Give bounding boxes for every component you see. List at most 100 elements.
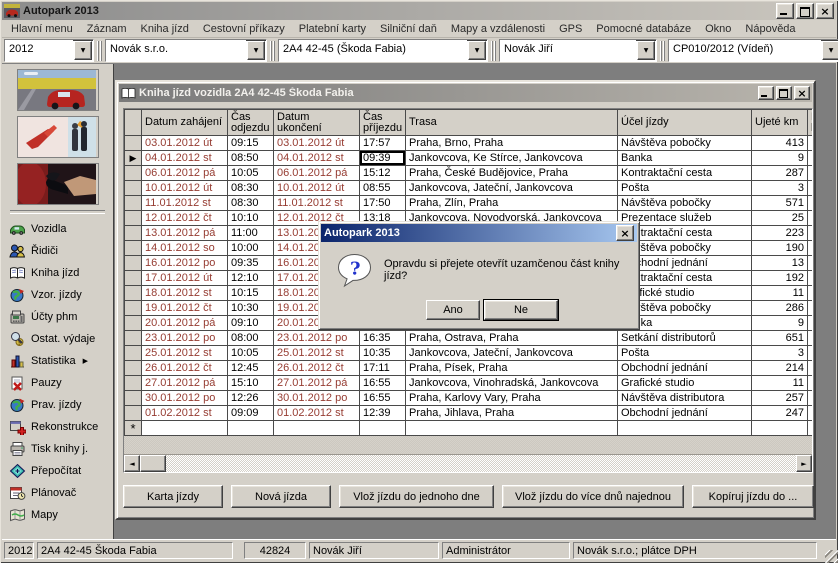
cell[interactable]: 287	[752, 166, 808, 181]
cell[interactable]: 571	[752, 196, 808, 211]
cell[interactable]	[808, 421, 813, 436]
child-maximize-icon[interactable]	[776, 86, 792, 100]
dialog-yes-button[interactable]: Ano	[426, 300, 480, 320]
cell[interactable]: 26.01.2012 čt	[274, 361, 360, 376]
menu-item-kniha-jizd[interactable]: Kniha jízd	[134, 21, 196, 37]
vehicle-select[interactable]: 2A4 42-45 (Škoda Fabia)▼	[278, 39, 488, 62]
scroll-right-icon[interactable]: ►	[796, 455, 812, 472]
cell[interactable]: 11	[752, 286, 808, 301]
menu-item-mapy-a-vzdalenosti[interactable]: Mapy a vzdálenosti	[444, 21, 552, 37]
cell[interactable]: 04.01.2012 st	[142, 151, 228, 166]
sidebar-item-kniha-jizd[interactable]: Kniha jízd	[2, 262, 113, 284]
cell[interactable]: 11.01.2012 st	[274, 196, 360, 211]
column-header-cas-odjezdu[interactable]: Čas odjezdu	[228, 110, 274, 136]
chevron-down-icon[interactable]: ▼	[822, 41, 838, 60]
cell[interactable]	[228, 421, 274, 436]
column-header-datum-zahajeni[interactable]: Datum zahájení	[142, 110, 228, 136]
cell[interactable]: 9	[752, 151, 808, 166]
cell[interactable]: Návštěva distributora	[618, 391, 752, 406]
child-minimize-icon[interactable]	[758, 86, 774, 100]
cell[interactable]: 23.01.2012 po	[274, 331, 360, 346]
resize-grip[interactable]	[825, 550, 838, 563]
cell[interactable]: 10.01.2012 út	[142, 181, 228, 196]
cell[interactable]: 10:30	[228, 301, 274, 316]
cell[interactable]: 25.01.2012 st	[274, 346, 360, 361]
cell[interactable]: 214	[752, 361, 808, 376]
column-header-ucel-jizdy[interactable]: Účel jízdy	[618, 110, 752, 136]
cell[interactable]: 15:12	[360, 166, 406, 181]
cell[interactable]: 12:26	[228, 391, 274, 406]
cell[interactable]	[808, 346, 813, 361]
cell[interactable]: 190	[752, 241, 808, 256]
cell[interactable]: Praha, Karlovy Vary, Praha	[406, 391, 618, 406]
cell[interactable]	[808, 226, 813, 241]
cell[interactable]: Praha, Písek, Praha	[406, 361, 618, 376]
cell[interactable]	[808, 406, 813, 421]
cell[interactable]: 257	[752, 391, 808, 406]
cell[interactable]: 413	[752, 136, 808, 151]
cell[interactable]	[752, 421, 808, 436]
cell[interactable]: 192	[752, 271, 808, 286]
column-header-p-b[interactable]: P b	[808, 110, 813, 136]
cell[interactable]: 06.01.2012 pá	[274, 166, 360, 181]
sidebar-item-mapy[interactable]: Mapy	[2, 504, 113, 526]
cell[interactable]: 23.01.2012 po	[142, 331, 228, 346]
column-header-trasa[interactable]: Trasa	[406, 110, 618, 136]
cell[interactable]: 09:15	[228, 136, 274, 151]
column-header-blank[interactable]	[125, 110, 142, 136]
cell[interactable]: 9	[752, 316, 808, 331]
row-selector[interactable]	[125, 241, 142, 256]
sidebar-item-pauzy[interactable]: Pauzy	[2, 372, 113, 394]
cell[interactable]: 223	[752, 226, 808, 241]
cell[interactable]	[808, 316, 813, 331]
cell[interactable]: Návštěva pobočky	[618, 136, 752, 151]
cell[interactable]: 10:15	[228, 286, 274, 301]
cell[interactable]	[808, 196, 813, 211]
row-selector[interactable]	[125, 406, 142, 421]
cell[interactable]: Jankovcova, Vinohradská, Jankovcova	[406, 376, 618, 391]
cell[interactable]	[808, 391, 813, 406]
cell[interactable]: 30.01.2012 po	[274, 391, 360, 406]
cell[interactable]: 11:00	[228, 226, 274, 241]
scrollbar-thumb[interactable]	[140, 455, 166, 472]
cell[interactable]: Návštěva pobočky	[618, 196, 752, 211]
cell[interactable]: Praha, Jihlava, Praha	[406, 406, 618, 421]
menu-item-napoveda[interactable]: Nápověda	[738, 21, 802, 37]
driver-select[interactable]: Novák Jiří▼	[499, 39, 657, 62]
cell[interactable]: 19.01.2012 čt	[142, 301, 228, 316]
cell[interactable]: 25	[752, 211, 808, 226]
cell[interactable]: 08:30	[228, 181, 274, 196]
cell[interactable]	[808, 151, 813, 166]
cell[interactable]: 06.01.2012 pá	[142, 166, 228, 181]
cell[interactable]: Banka	[618, 151, 752, 166]
cell[interactable]: 17:11	[360, 361, 406, 376]
cell[interactable]: 20.01.2012 pá	[142, 316, 228, 331]
cell[interactable]: 10.01.2012 út	[274, 181, 360, 196]
row-selector[interactable]	[125, 391, 142, 406]
cell[interactable]: 13	[752, 256, 808, 271]
cell[interactable]: 651	[752, 331, 808, 346]
cell[interactable]: 09:10	[228, 316, 274, 331]
cell[interactable]: 12.01.2012 čt	[142, 211, 228, 226]
sidebar-item-rekonstrukce[interactable]: Rekonstrukce	[2, 416, 113, 438]
column-header-cas-prijezdu[interactable]: Čas příjezdu	[360, 110, 406, 136]
cell[interactable]: Praha, Brno, Praha	[406, 136, 618, 151]
cell[interactable]: 3	[752, 346, 808, 361]
row-selector[interactable]	[125, 256, 142, 271]
chevron-down-icon[interactable]: ▼	[637, 41, 655, 60]
cell[interactable]	[808, 256, 813, 271]
cell[interactable]: 10:05	[228, 166, 274, 181]
sidebar-item-ostat-vydaje[interactable]: $Ostat. výdaje	[2, 328, 113, 350]
cell[interactable]: Grafické studio	[618, 376, 752, 391]
row-selector[interactable]	[125, 301, 142, 316]
maximize-icon[interactable]	[796, 3, 814, 19]
cell[interactable]: 09:09	[228, 406, 274, 421]
cell[interactable]: 16:35	[360, 331, 406, 346]
cell[interactable]: Jankovcova, Jateční, Jankovcova	[406, 181, 618, 196]
minimize-icon[interactable]	[776, 3, 794, 19]
sidebar-item-prepocitat[interactable]: Přepočítat	[2, 460, 113, 482]
cell[interactable]	[360, 421, 406, 436]
cell[interactable]: 01.02.2012 st	[142, 406, 228, 421]
row-selector[interactable]	[125, 226, 142, 241]
chevron-down-icon[interactable]: ▼	[247, 41, 265, 60]
